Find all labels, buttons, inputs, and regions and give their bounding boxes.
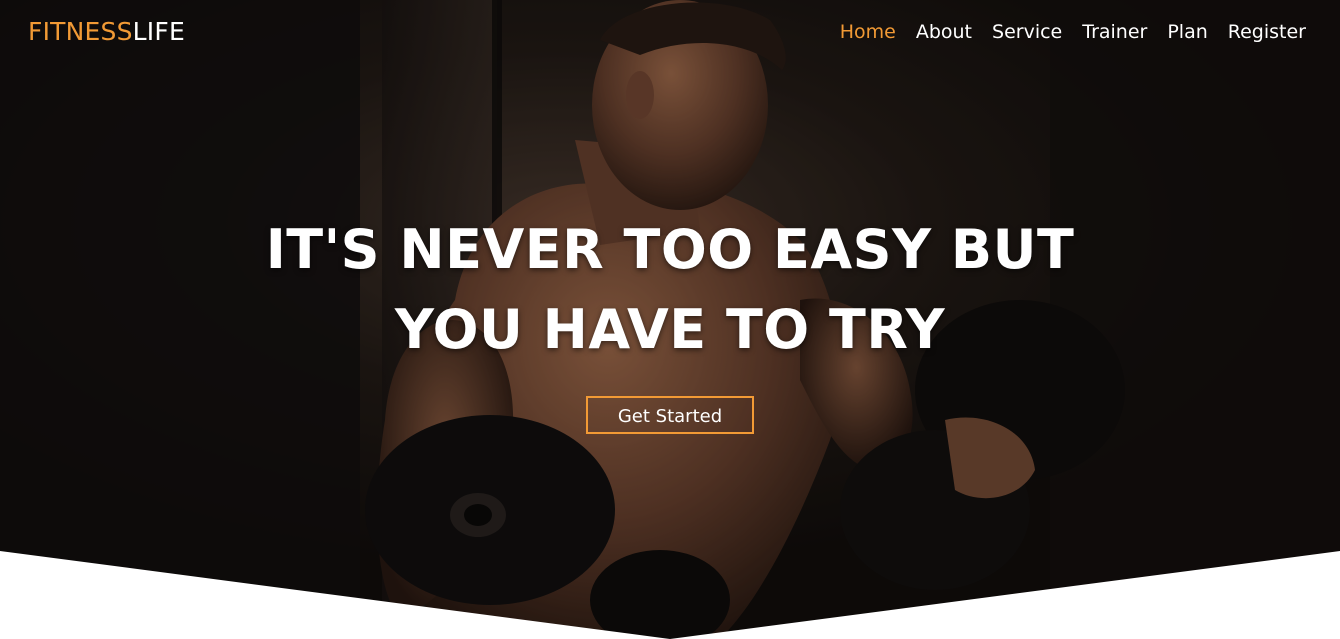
hero-headline-line2: YOU HAVE TO TRY	[394, 298, 946, 361]
nav-item-trainer[interactable]: Trainer	[1082, 19, 1147, 45]
brand-logo[interactable]: FITNESSLIFE	[28, 16, 185, 48]
hero-headline: IT'S NEVER TOO EASY BUT YOU HAVE TO TRY	[0, 210, 1340, 370]
hero-headline-line1: IT'S NEVER TOO EASY BUT	[265, 218, 1075, 281]
nav-item-service[interactable]: Service	[992, 19, 1062, 45]
top-navbar: FITNESSLIFE Home About Service Trainer P…	[0, 0, 1340, 64]
nav-item-about[interactable]: About	[916, 19, 972, 45]
nav-item-register[interactable]: Register	[1228, 19, 1306, 45]
brand-part-fitness: FITNESS	[28, 17, 133, 46]
nav-item-home[interactable]: Home	[840, 19, 896, 45]
brand-part-life: LIFE	[132, 17, 185, 46]
get-started-button[interactable]: Get Started	[586, 396, 754, 434]
hero-section: FITNESSLIFE Home About Service Trainer P…	[0, 0, 1340, 639]
nav-menu: Home About Service Trainer Plan Register	[840, 19, 1306, 45]
nav-item-plan[interactable]: Plan	[1167, 19, 1207, 45]
